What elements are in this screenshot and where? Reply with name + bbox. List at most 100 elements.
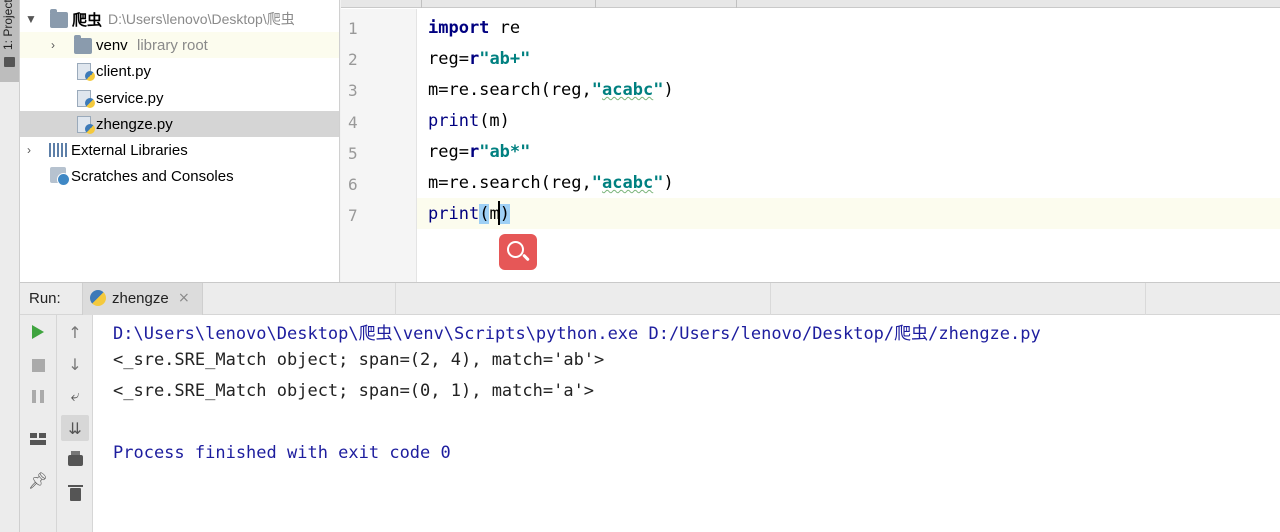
string-literal: acabc [602,173,654,193]
tree-item-venv[interactable]: › venv library root [20,32,339,58]
pin-icon: 📌︎ [27,470,49,490]
tab-separator [421,0,422,8]
layout-icon [30,433,46,445]
stop-button[interactable] [24,352,52,378]
python-file-icon [77,63,95,81]
console-line-output: <_sre.SRE_Match object; span=(2, 4), mat… [113,350,605,370]
tree-item-label: External Libraries [71,141,188,159]
run-toolbar-secondary: ↑ ↓ ⤶ ⇊ [57,315,93,532]
line-number: 1 [348,19,358,38]
project-tab-label: 1: Project [1,0,15,50]
python-icon [90,290,106,306]
run-label: Run: [29,290,61,307]
code-line-3[interactable]: m=re.search(reg,"acabc") [428,75,674,106]
line-number: 4 [348,113,358,132]
console-line-output: <_sre.SRE_Match object; span=(0, 1), mat… [113,381,595,401]
run-toolbar-primary: 📌︎ [20,315,57,532]
restore-layout-button[interactable] [24,426,52,452]
project-panel: ▼ 爬虫 D:\Users\lenovo\Desktop\爬虫 › venv l… [20,0,340,282]
clear-all-button[interactable] [61,481,89,507]
soft-wrap-button[interactable]: ⤶ [61,383,89,409]
search-icon-handle [522,253,530,262]
close-icon[interactable]: × [178,290,190,306]
text-caret [498,201,500,225]
tree-item-service[interactable]: service.py [20,85,339,111]
run-tab-label: zhengze [112,290,169,307]
tree-item-project-root[interactable]: ▼ 爬虫 D:\Users\lenovo\Desktop\爬虫 [20,6,339,32]
code-line-5[interactable]: reg=r"ab*" [428,137,530,168]
trash-icon [67,484,83,501]
pin-tab-button[interactable]: 📌︎ [24,467,52,493]
code-text: m=re.search(reg, [428,173,592,193]
tree-item-label: Scratches and Consoles [71,167,234,185]
editor-tab-bar[interactable] [341,0,1280,8]
string-quote: " [653,173,664,193]
run-tab-zhengze[interactable]: zhengze × [82,283,203,316]
rerun-button[interactable] [24,319,52,345]
tree-item-zhengze[interactable]: zhengze.py [20,111,339,137]
console-line-exit: Process finished with exit code 0 [113,443,451,463]
code-line-6[interactable]: m=re.search(reg,"acabc") [428,168,674,199]
run-console[interactable]: D:\Users\lenovo\Desktop\爬虫\venv\Scripts\… [93,315,1280,532]
tree-item-label: zhengze.py [96,115,173,133]
tree-item-client[interactable]: client.py [20,58,339,84]
string-prefix: r [468,49,480,69]
library-icon [49,143,67,157]
header-separator [770,283,771,316]
pause-icon [32,389,44,403]
line-number: 3 [348,81,358,100]
matched-brace: ) [499,204,510,224]
code-text: reg= [428,142,469,162]
tree-item-label: venv [96,36,128,54]
tree-item-external-libraries[interactable]: › External Libraries [20,137,339,163]
tree-item-label: 爬虫 [72,11,103,29]
pause-button[interactable] [24,383,52,409]
run-tool-header: Run: zhengze × [20,282,1280,316]
line-number: 5 [348,144,358,163]
python-file-icon [77,90,95,108]
chevron-right-icon[interactable]: › [46,38,60,52]
line-number: 2 [348,50,358,69]
line-number: 6 [348,175,358,194]
print-button[interactable] [61,447,89,473]
tree-item-scratches[interactable]: Scratches and Consoles [20,163,339,189]
string-quote: " [591,173,603,193]
code-line-4[interactable]: print(m) [428,106,510,137]
code-text: reg= [428,49,469,69]
search-float-button[interactable] [499,234,537,270]
scratches-icon [50,167,70,186]
stop-icon [31,358,45,372]
line-number: 7 [348,206,358,225]
code-line-2[interactable]: reg=r"ab+" [428,44,530,75]
left-tool-strip: 1: Project [0,0,20,532]
string-quote: " [653,80,664,100]
string-prefix: r [468,142,480,162]
chevron-right-icon[interactable]: › [22,143,36,157]
code-text: ) [663,173,674,193]
tree-item-sub: library root [137,36,208,54]
code-line-1[interactable]: import re [428,13,520,44]
chevron-down-icon[interactable]: ▼ [24,12,38,26]
builtin-function: print [428,204,480,224]
code-text: m=re.search(reg, [428,80,592,100]
tab-separator [595,0,596,8]
tab-separator [736,0,737,8]
tree-item-label: service.py [96,89,164,107]
string-literal: acabc [602,80,654,100]
code-editor[interactable]: 1 2 3 4 5 6 7 import re reg=r"ab+" m=re.… [341,0,1280,282]
python-file-icon [77,116,95,134]
string-literal: "ab+" [479,49,531,69]
up-icon: ↑ [68,322,82,342]
scroll-to-end-button[interactable]: ⇊ [61,415,89,441]
string-literal: "ab*" [479,142,531,162]
print-icon [67,450,83,466]
soft-wrap-icon: ⤶ [70,386,80,405]
up-stack-button[interactable]: ↑ [61,319,89,345]
down-icon: ↓ [68,354,82,374]
down-stack-button[interactable]: ↓ [61,351,89,377]
keyword: import [428,18,490,38]
header-separator [395,283,396,316]
folder-icon [50,9,68,28]
project-tool-tab[interactable]: 1: Project [0,0,19,82]
code-text: re [489,18,521,38]
